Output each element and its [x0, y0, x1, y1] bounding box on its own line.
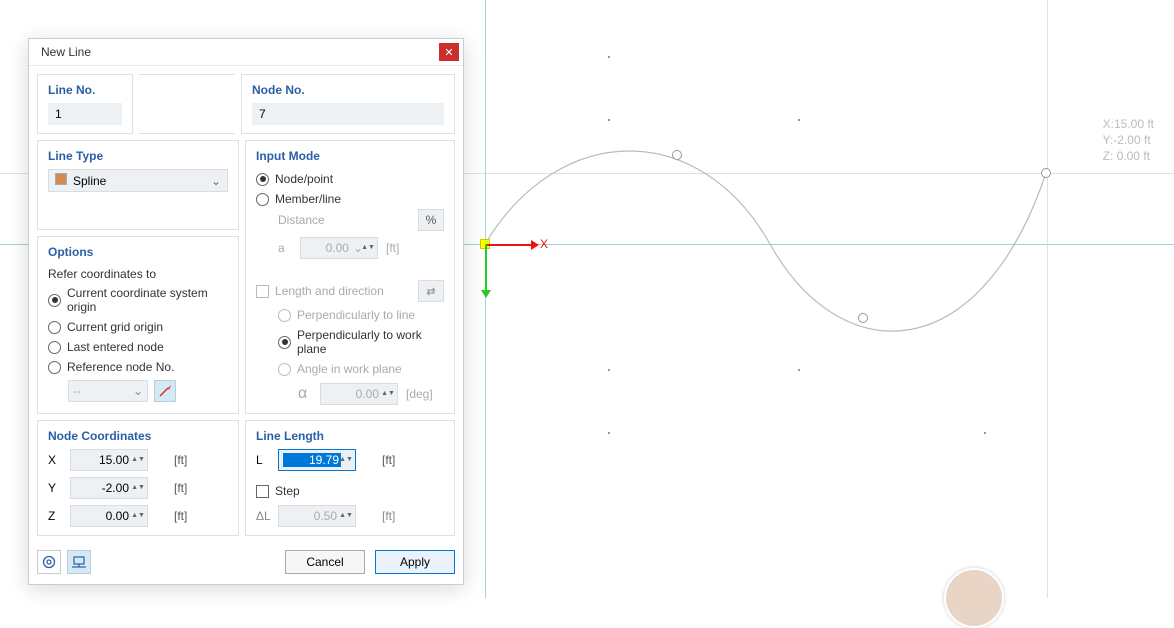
opt-last-node[interactable]: Last entered node [48, 337, 228, 357]
pick-node-icon[interactable] [154, 380, 176, 402]
coord-y-input[interactable]: -2.00▲▼ [70, 477, 148, 499]
mode-node-point[interactable]: Node/point [256, 169, 444, 189]
line-type-select[interactable]: Spline [48, 169, 228, 192]
spinner-icon: ▲▼ [133, 513, 143, 519]
ld-angle[interactable]: Angle in work plane [256, 359, 444, 379]
spline-handle[interactable] [858, 313, 868, 323]
line-type-label: Line Type [48, 149, 228, 163]
options-title: Options [48, 245, 228, 259]
apply-button[interactable]: Apply [375, 550, 455, 574]
spinner-icon: ▲▼ [383, 391, 393, 397]
mode-member-line[interactable]: Member/line [256, 189, 444, 209]
radio-icon [48, 361, 61, 374]
axis-vertical [485, 0, 486, 598]
length-and-direction[interactable]: Length and direction ⇄ [256, 277, 444, 305]
length-input[interactable]: 19.79▲▼ [278, 449, 356, 471]
line-type-swatch [55, 173, 67, 185]
opt-ref-node[interactable]: Reference node No. [48, 357, 228, 377]
dialog-title-text: New Line [41, 45, 91, 59]
spline-endpoint-handle[interactable] [1041, 168, 1051, 178]
radio-icon [48, 294, 61, 307]
distance-label: Distance [278, 213, 325, 227]
cancel-button[interactable]: Cancel [285, 550, 365, 574]
help-icon[interactable] [37, 550, 61, 574]
avatar [944, 568, 1004, 628]
checkbox-icon [256, 285, 269, 298]
coord-z-input[interactable]: 0.00▲▼ [70, 505, 148, 527]
new-line-dialog: New Line ✕ Line No. Node No. Line [28, 38, 464, 585]
spinner-icon: ▲▼ [341, 513, 351, 519]
percent-toggle[interactable]: % [418, 209, 444, 231]
coord-x-input[interactable]: 15.00▲▼ [70, 449, 148, 471]
coordinate-readout: X:15.00 ft Y:-2.00 ft Z: 0.00 ft [1103, 116, 1154, 164]
y-axis-arrow [485, 244, 487, 294]
line-no-input[interactable] [48, 103, 122, 125]
chevron-down-icon [211, 174, 221, 188]
radio-icon [48, 321, 61, 334]
opt-grid-origin[interactable]: Current grid origin [48, 317, 228, 337]
close-icon[interactable]: ✕ [439, 43, 459, 61]
input-mode-title: Input Mode [256, 149, 444, 163]
checkbox-icon [256, 485, 269, 498]
spline-handle[interactable] [672, 150, 682, 160]
swap-icon[interactable]: ⇄ [418, 280, 444, 302]
line-length-title: Line Length [256, 429, 444, 443]
radio-icon [256, 193, 269, 206]
node-coords-title: Node Coordinates [48, 429, 228, 443]
x-axis-label: X [540, 237, 548, 251]
ref-node-select[interactable]: --⌄ [68, 380, 148, 402]
spinner-icon: ▲▼ [133, 457, 143, 463]
dialog-title-bar[interactable]: New Line ✕ [29, 39, 463, 66]
step-toggle[interactable]: Step [256, 481, 444, 501]
step-input[interactable]: 0.50▲▼ [278, 505, 356, 527]
opt-ccs-origin[interactable]: Current coordinate system origin [48, 283, 228, 317]
line-no-label: Line No. [48, 83, 122, 97]
spinner-icon: ▲▼ [133, 485, 143, 491]
workplane-icon[interactable] [67, 550, 91, 574]
alpha-input[interactable]: 0.00 ▲▼ [320, 383, 398, 405]
node-no-input[interactable] [252, 103, 444, 125]
spinner-icon: ▲▼ [341, 457, 351, 463]
options-subhead: Refer coordinates to [48, 265, 228, 283]
ld-perp-line[interactable]: Perpendicularly to line [256, 305, 444, 325]
spinner-icon: ▲▼ [363, 245, 373, 251]
guide-vertical [1047, 0, 1048, 598]
distance-input[interactable]: 0.00 ⌄ ▲▼ [300, 237, 378, 259]
radio-icon [278, 309, 291, 322]
node-no-label: Node No. [252, 83, 444, 97]
radio-icon [278, 363, 291, 376]
ld-perp-work-plane[interactable]: Perpendicularly to work plane [256, 325, 444, 359]
x-axis-arrow [485, 244, 535, 246]
radio-icon [48, 341, 61, 354]
radio-icon [256, 173, 269, 186]
radio-icon [278, 336, 291, 349]
